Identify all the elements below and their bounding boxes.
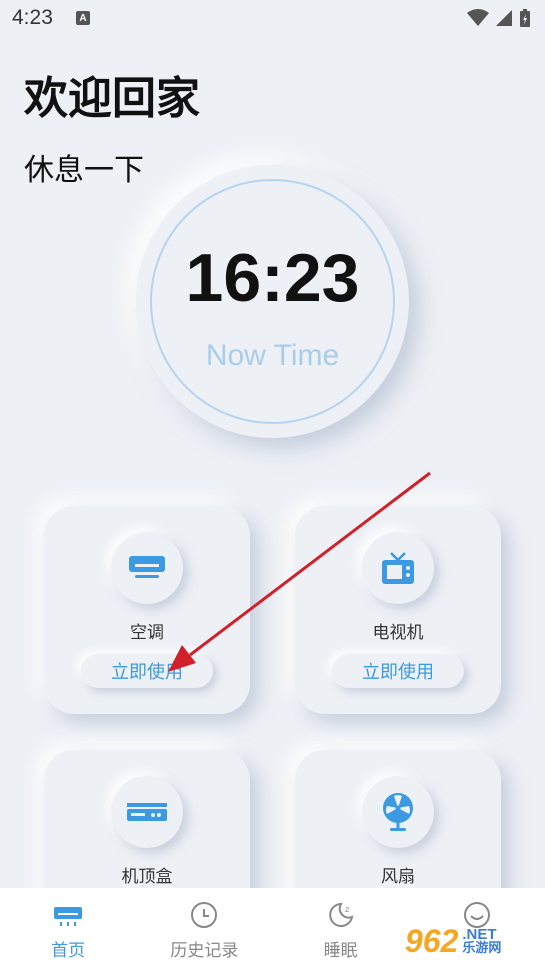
page-title: 欢迎回家 [24, 73, 200, 124]
svg-text:z: z [345, 905, 349, 914]
device-name: 空调 [130, 623, 164, 643]
clock-time: 16:23 [185, 240, 360, 316]
device-icon-wrap [362, 532, 434, 604]
clock-widget: 16:23 Now Time [136, 165, 409, 438]
tv-icon [382, 552, 414, 584]
clock-icon [189, 900, 219, 930]
watermark-number: 962 [405, 922, 459, 959]
nav-label: 睡眠 [323, 941, 358, 961]
device-icon-wrap [111, 776, 183, 848]
watermark-suffix: .NET [462, 926, 497, 943]
nav-item-sleep[interactable]: z 睡眠 [273, 888, 409, 970]
notification-icon: A [76, 11, 90, 25]
device-name: 电视机 [372, 623, 424, 643]
device-icon-wrap [111, 532, 183, 604]
home-device-icon [53, 900, 83, 930]
status-time: 4:23 [12, 6, 53, 29]
air-conditioner-icon [129, 556, 165, 578]
status-icons [467, 8, 531, 28]
device-name: 机顶盒 [121, 867, 173, 887]
fan-icon [383, 793, 413, 831]
clock-label: Now Time [205, 339, 340, 372]
use-now-button[interactable]: 立即使用 [332, 654, 464, 688]
signal-icon [496, 10, 512, 26]
moon-icon: z [326, 900, 356, 930]
page-subtitle: 休息一下 [24, 153, 144, 188]
nav-item-history[interactable]: 历史记录 [136, 888, 272, 970]
nav-label: 首页 [51, 941, 86, 961]
battery-icon [520, 9, 530, 27]
status-bar: 4:23 A [0, 0, 545, 38]
watermark-text: 乐游网 [462, 941, 502, 956]
nav-label: 历史记录 [170, 941, 239, 961]
use-now-button[interactable]: 立即使用 [81, 654, 213, 688]
nav-item-home[interactable]: 首页 [0, 888, 136, 970]
device-card-air-conditioner[interactable]: 空调 立即使用 [44, 506, 250, 714]
device-name: 风扇 [381, 867, 415, 887]
wifi-icon [467, 9, 489, 26]
set-top-box-icon [127, 803, 167, 821]
device-icon-wrap [362, 776, 434, 848]
device-card-tv[interactable]: 电视机 立即使用 [295, 506, 501, 714]
watermark-logo: 962 .NET 乐游网 [405, 920, 537, 962]
